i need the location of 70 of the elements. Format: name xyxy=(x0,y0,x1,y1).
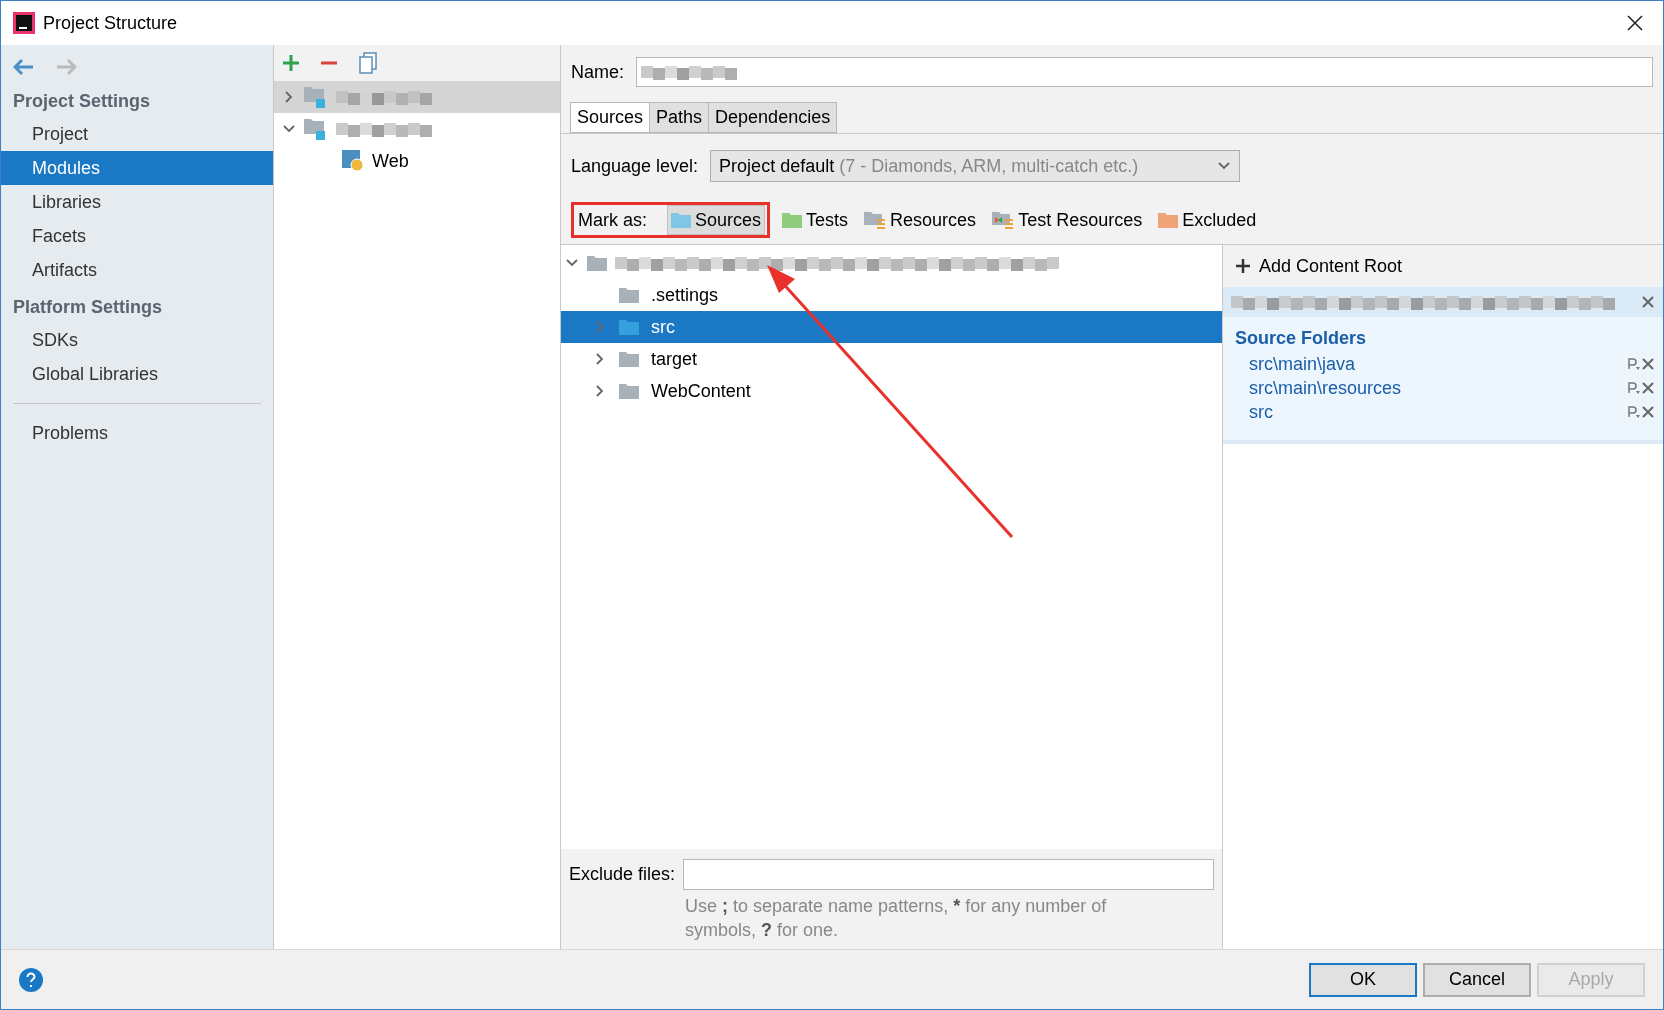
source-folders-heading: Source Folders xyxy=(1234,327,1368,350)
remove-icon[interactable] xyxy=(1641,295,1655,309)
folder-icon xyxy=(587,255,607,271)
folder-icon xyxy=(619,351,639,367)
remove-icon[interactable] xyxy=(1641,405,1655,419)
tab[interactable]: Paths xyxy=(649,102,710,133)
tree-item-label: src xyxy=(651,315,675,339)
remove-icon[interactable] xyxy=(1641,357,1655,371)
mark-as-button[interactable]: Excluded xyxy=(1154,205,1261,235)
tree-row[interactable]: WebContent xyxy=(561,375,1222,407)
exclude-files-field[interactable] xyxy=(683,859,1214,890)
name-label: Name: xyxy=(571,60,624,84)
add-content-root-button[interactable]: Add Content Root xyxy=(1223,245,1663,287)
module-folder-icon xyxy=(304,118,328,140)
resource-folder-icon xyxy=(864,211,887,229)
copy-icon[interactable] xyxy=(358,52,378,74)
resource-folder-icon xyxy=(992,211,1015,229)
mark-as-button[interactable]: Resources xyxy=(860,205,981,235)
tab[interactable]: Dependencies xyxy=(708,102,838,133)
dialog-button[interactable]: OK xyxy=(1309,962,1417,997)
tree-item-label: WebContent xyxy=(651,379,751,403)
tree-item-label: .settings xyxy=(651,283,719,307)
sidebar-item[interactable]: SDKs xyxy=(1,323,273,357)
section-heading: Platform Settings xyxy=(12,295,164,319)
sidebar-item[interactable]: Project xyxy=(1,117,273,151)
sidebar-item[interactable]: Global Libraries xyxy=(1,357,273,391)
folder-icon xyxy=(619,383,639,399)
tree-row[interactable]: src xyxy=(561,311,1222,343)
app-logo-icon xyxy=(13,12,35,34)
tree-row[interactable]: .settings xyxy=(561,279,1222,311)
source-folder-path: src xyxy=(1249,400,1273,424)
section-heading: Project Settings xyxy=(12,89,152,113)
folder-icon xyxy=(782,212,803,228)
exclude-files-label: Exclude files: xyxy=(569,863,676,886)
mark-as-button[interactable]: Test Resources xyxy=(988,205,1147,235)
dialog-button[interactable]: Cancel xyxy=(1423,962,1531,997)
sidebar-item[interactable]: Facets xyxy=(1,219,273,253)
add-icon xyxy=(1235,258,1251,274)
folder-icon xyxy=(619,319,639,335)
folder-icon xyxy=(619,287,639,303)
language-level-dropdown[interactable]: Project default (7 - Diamonds, ARM, multi-catch etc.) xyxy=(710,150,1241,182)
mark-as-label: Mark as: xyxy=(577,208,648,232)
tree-row[interactable]: target xyxy=(561,343,1222,375)
module-folder-icon xyxy=(304,86,328,108)
source-folder-path: src\main\java xyxy=(1249,352,1356,376)
source-folder-path: src\main\resources xyxy=(1249,376,1402,400)
mark-as-button[interactable]: Tests xyxy=(778,205,853,235)
window-title: Project Structure xyxy=(43,11,178,35)
close-icon xyxy=(1626,14,1644,32)
tab[interactable]: Sources xyxy=(570,102,651,133)
properties-icon[interactable] xyxy=(1627,381,1641,395)
properties-icon[interactable] xyxy=(1627,405,1641,419)
back-arrow-icon[interactable] xyxy=(13,58,35,76)
add-icon[interactable] xyxy=(282,54,300,72)
mark-as-button[interactable]: Sources xyxy=(667,205,766,235)
sidebar-item[interactable]: Modules xyxy=(1,151,273,185)
folder-icon xyxy=(1158,212,1179,228)
help-icon[interactable] xyxy=(19,967,43,992)
sidebar-item[interactable]: Artifacts xyxy=(1,253,273,287)
sidebar-item[interactable]: Problems xyxy=(1,416,273,450)
tree-item-label: target xyxy=(651,347,698,371)
folder-icon xyxy=(671,212,691,228)
web-facet-icon xyxy=(342,150,364,172)
remove-icon[interactable] xyxy=(1641,381,1655,395)
sidebar-item[interactable]: Libraries xyxy=(1,185,273,219)
tree-item-label[interactable]: Web xyxy=(372,147,409,175)
name-field[interactable] xyxy=(636,57,1653,87)
language-level-label: Language level: xyxy=(571,154,699,178)
exclude-files-hint: Use ; to separate name patterns, * for any number of symbols, ? for one. xyxy=(685,895,1108,942)
properties-icon[interactable] xyxy=(1627,357,1641,371)
